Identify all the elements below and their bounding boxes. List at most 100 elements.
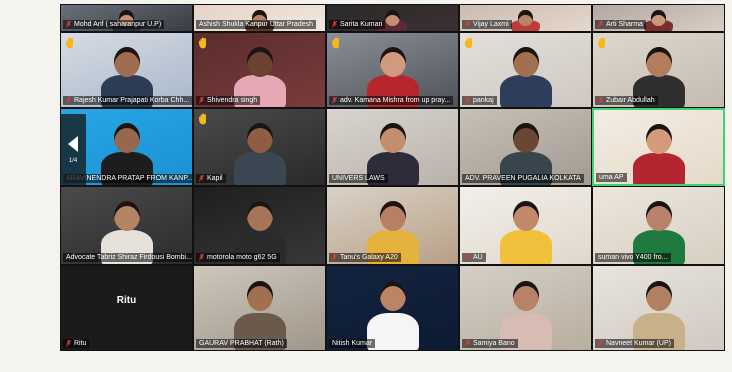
raised-hand-icon <box>598 37 605 49</box>
participant-name-label: Samiya Bano <box>462 339 518 348</box>
video-conference-gallery: 1/4 Mohd Arif ( saharanpur U.P) Ashish Sh… <box>60 4 725 351</box>
participant-tile[interactable]: suman vivo Y400 fro... <box>592 186 725 265</box>
participant-tile[interactable]: pankaj <box>459 32 592 108</box>
participant-tile[interactable]: Tanu's Galaxy A20 <box>326 186 459 265</box>
video-feed <box>61 266 192 350</box>
participant-name-label: AU <box>462 253 486 262</box>
participant-name: Ashish Shukla Kanpur Uttar Pradesh <box>199 21 314 28</box>
participant-name: suman vivo Y400 fro... <box>598 254 668 261</box>
muted-mic-icon <box>598 97 603 104</box>
muted-mic-icon <box>465 97 470 104</box>
participant-name-label: GAURAV PRABHAT (Rath) <box>196 339 287 348</box>
participant-name: Rajesh Kumar Prajapati Korba Chh... <box>74 97 190 104</box>
chevron-left-icon <box>68 136 78 152</box>
participant-name-label: uma AP <box>596 173 627 182</box>
participant-tile[interactable]: Sarita Kumari <box>326 4 459 32</box>
participant-tile[interactable]: motorola moto g62 5G <box>193 186 326 265</box>
participant-tile[interactable]: uma AP <box>592 108 725 186</box>
participant-name-label: adv. Kamana Mishra from up pray... <box>329 96 454 105</box>
raised-hand-icon <box>332 37 339 49</box>
participant-name-label: Ashish Shukla Kanpur Uttar Pradesh <box>196 20 317 29</box>
participant-name-label: Rajesh Kumar Prajapati Korba Chh... <box>63 96 192 105</box>
participant-tile[interactable]: Arti Sharma <box>592 4 725 32</box>
muted-mic-icon <box>465 340 470 347</box>
participant-tile[interactable]: GAURAV PRABHAT (Rath) <box>193 265 326 351</box>
muted-mic-icon <box>66 97 71 104</box>
participant-video <box>230 109 290 185</box>
participant-name-label: suman vivo Y400 fro... <box>595 253 671 262</box>
participant-name: Tanu's Galaxy A20 <box>340 254 398 261</box>
muted-mic-icon <box>598 21 603 28</box>
participant-name: Sarita Kumari <box>340 21 383 28</box>
participant-video <box>496 187 556 264</box>
participant-tile[interactable]: Ashish Shukla Kanpur Uttar Pradesh <box>193 4 326 32</box>
participant-tile[interactable]: Mohd Arif ( saharanpur U.P) <box>60 4 193 32</box>
participant-name: ADV. PRAVEEN PUGALIA KOLKATA <box>465 175 581 182</box>
participant-name: Advocate Tabriz Shiraz Firdousi Bombi... <box>66 254 192 261</box>
participant-name-label: Kapil <box>196 174 226 183</box>
participant-video <box>496 33 556 107</box>
participant-name: pankaj <box>473 97 494 104</box>
participant-name: UNIVERS LAWS <box>332 175 385 182</box>
muted-mic-icon <box>332 254 337 261</box>
participant-name: adv. Kamana Mishra from up pray... <box>340 97 451 104</box>
participant-tile[interactable]: UNIVERS LAWS <box>326 108 459 186</box>
participant-tile[interactable]: ADV. PRAVEEN PUGALIA KOLKATA <box>459 108 592 186</box>
muted-mic-icon <box>332 21 337 28</box>
participant-name-label: Shivendra singh <box>196 96 261 105</box>
participant-tile[interactable]: Navneet Kumar (UP) <box>592 265 725 351</box>
participant-name: AU <box>473 254 483 261</box>
participant-name: GAURAV PRABHAT (Rath) <box>199 340 284 347</box>
raised-hand-icon <box>66 37 73 49</box>
participant-name-label: Navneet Kumar (UP) <box>595 339 674 348</box>
participant-name-label: Ritu <box>63 339 90 348</box>
muted-mic-icon <box>199 97 204 104</box>
participant-name-label: Arti Sharma <box>595 20 646 29</box>
raised-hand-icon <box>199 37 206 49</box>
participant-name: Shivendra singh <box>207 97 258 104</box>
participant-name-label: Sarita Kumari <box>329 20 386 29</box>
muted-mic-icon <box>66 340 71 347</box>
raised-hand-icon <box>199 113 206 125</box>
participant-tile[interactable]: adv. Kamana Mishra from up pray... <box>326 32 459 108</box>
page-indicator: 1/4 <box>68 158 78 164</box>
participant-tile[interactable]: Rajesh Kumar Prajapati Korba Chh... <box>60 32 193 108</box>
participant-name: Nitish Kumar <box>332 340 373 347</box>
participant-name-label: UNIVERS LAWS <box>329 174 388 183</box>
participant-tile[interactable]: Samiya Bano <box>459 265 592 351</box>
participant-video <box>629 110 689 184</box>
participant-tile[interactable]: Kapil <box>193 108 326 186</box>
participant-tile[interactable]: Advocate Tabriz Shiraz Firdousi Bombi... <box>60 186 193 265</box>
participant-tile[interactable]: AU <box>459 186 592 265</box>
participant-tile[interactable]: Shivendra singh <box>193 32 326 108</box>
participant-name: Kapil <box>207 175 223 182</box>
muted-mic-icon <box>465 21 470 28</box>
participant-name-label: motorola moto g62 5G <box>196 253 280 262</box>
participant-name-label: ADV. PRAVEEN PUGALIA KOLKATA <box>462 174 584 183</box>
participant-name: Arti Sharma <box>606 21 643 28</box>
participant-name: Samiya Bano <box>473 340 515 347</box>
participant-name: uma AP <box>599 174 624 181</box>
muted-mic-icon <box>66 21 71 28</box>
participant-name: Ritu <box>74 340 87 347</box>
participant-tile[interactable]: Zubair Abdullah <box>592 32 725 108</box>
muted-mic-icon <box>465 254 470 261</box>
muted-mic-icon <box>199 254 204 261</box>
participant-tile[interactable]: Vijay Laxmi <box>459 4 592 32</box>
participant-name: Zubair Abdullah <box>606 97 655 104</box>
participant-avatar-name: Ritu <box>116 294 137 306</box>
participant-tile[interactable]: Nitish Kumar <box>326 265 459 351</box>
participant-name-label: Zubair Abdullah <box>595 96 658 105</box>
participant-name-label: Tanu's Galaxy A20 <box>329 253 401 262</box>
participant-name-label: Vijay Laxmi <box>462 20 512 29</box>
participant-tile[interactable]: Ritu Ritu <box>60 265 193 351</box>
participant-grid: Mohd Arif ( saharanpur U.P) Ashish Shukla… <box>60 4 725 351</box>
participant-name: Vijay Laxmi <box>473 21 509 28</box>
participant-name: motorola moto g62 5G <box>207 254 277 261</box>
participant-name-label: Mohd Arif ( saharanpur U.P) <box>63 20 165 29</box>
previous-page-button[interactable]: 1/4 <box>60 114 86 186</box>
muted-mic-icon <box>332 97 337 104</box>
muted-mic-icon <box>598 340 603 347</box>
participant-name-label: Nitish Kumar <box>329 339 376 348</box>
muted-mic-icon <box>199 175 204 182</box>
